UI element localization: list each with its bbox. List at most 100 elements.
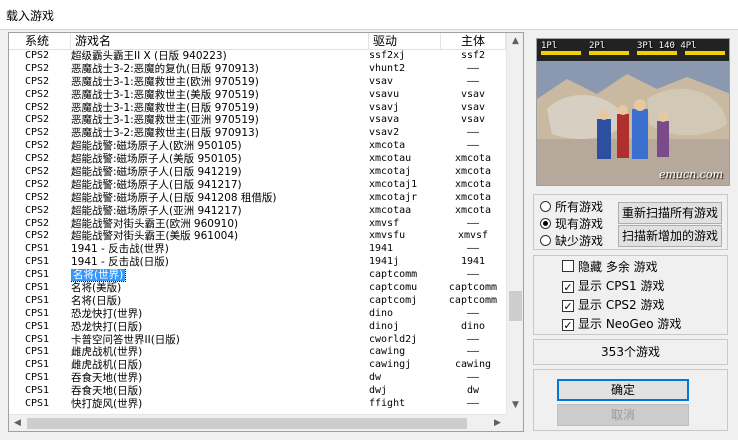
cell-parent: —— <box>466 243 480 255</box>
cell-system: CPS2 <box>25 153 50 165</box>
table-row[interactable]: CPS2 超能战警:磁场原子人(日版 941217) xmcotaj1 xmcota <box>9 179 506 192</box>
show-cps2-checkbox[interactable]: ✓ 显示 CPS2 游戏 <box>562 296 665 314</box>
table-row[interactable]: CPS2 超能战警:磁场原子人(美版 950105) xmcotau xmcota <box>9 153 506 166</box>
cell-driver: vhunt2 <box>369 62 406 74</box>
cell-driver: xmcotaj1 <box>369 178 418 190</box>
vertical-scrollbar[interactable]: ▲ ▼ <box>506 33 523 414</box>
cell-driver: xmcotaj <box>369 166 412 178</box>
cell-parent: —— <box>466 140 480 152</box>
ok-button[interactable]: 确定 <box>557 379 689 401</box>
cell-game-name: 恶魔战士3-2:恶魔的复仇(日版 970913) <box>71 62 259 75</box>
cell-driver: captcomm <box>369 269 418 281</box>
radio-indicator <box>540 201 551 212</box>
cell-game-name: 超能战警对街头霸王(欧洲 960910) <box>71 217 239 230</box>
table-row[interactable]: CPS2 恶魔战士3-2:恶魔的复仇(日版 970913) vhunt2 —— <box>9 63 506 76</box>
table-row[interactable]: CPS1 吞食天地(世界) dw —— <box>9 372 506 385</box>
cell-game-name: 恶魔战士3-1:恶魔救世主(日版 970519) <box>71 101 259 114</box>
title-bar: 载入游戏 <box>0 0 738 30</box>
cell-driver: vsavj <box>369 101 400 113</box>
table-row[interactable]: CPS1 名将(美版) captcomu captcomm <box>9 282 506 295</box>
table-row[interactable]: CPS2 恶魔战士3-1:恶魔救世主(美版 970519) vsavu vsav <box>9 89 506 102</box>
cell-game-name: 超能战警:磁场原子人(美版 950105) <box>71 153 242 166</box>
table-row[interactable]: CPS1 1941 - 反击战(世界) 1941 —— <box>9 243 506 256</box>
table-row[interactable]: CPS1 名将(日版) captcomj captcomm <box>9 295 506 308</box>
show-cps1-checkbox[interactable]: ✓ 显示 CPS1 游戏 <box>562 277 665 295</box>
checkmark-icon: ✓ <box>562 319 574 332</box>
table-row[interactable]: CPS2 超能战警:磁场原子人(日版 941219) xmcotaj xmcota <box>9 166 506 179</box>
cell-system: CPS2 <box>25 178 50 190</box>
hud-player3-4: 3Pl 140 4Pl <box>637 41 697 51</box>
table-row[interactable]: CPS1 快打旋风(世界) ffight —— <box>9 398 506 411</box>
cell-driver: cawing <box>369 346 406 358</box>
cell-parent: vsav <box>460 101 486 113</box>
radio-missing-games[interactable]: 缺少游戏 <box>540 233 603 249</box>
column-header-name[interactable]: 游戏名 <box>71 33 369 50</box>
scroll-corner <box>506 414 523 431</box>
table-row[interactable]: CPS2 超能战警:磁场原子人(欧洲 950105) xmcota —— <box>9 140 506 153</box>
table-row[interactable]: CPS1 雌虎战机(日版) cawingj cawing <box>9 359 506 372</box>
cell-parent: 1941 <box>460 256 486 268</box>
table-row[interactable]: CPS2 超能战警:磁场原子人(日版 941208 租借版) xmcotajr xmc… <box>9 192 506 205</box>
table-row[interactable]: CPS1 1941 - 反击战(日版) 1941j 1941 <box>9 256 506 269</box>
cell-game-name: 恶魔战士3-1:恶魔救世主(亚洲 970519) <box>71 114 259 127</box>
scroll-down-arrow-icon[interactable]: ▼ <box>507 397 524 414</box>
horizontal-scroll-thumb[interactable] <box>27 418 467 429</box>
table-row[interactable]: CPS1 恐龙快打(世界) dino —— <box>9 308 506 321</box>
cell-game-name: 超能战警:磁场原子人(亚洲 941217) <box>71 204 242 217</box>
column-header-driver[interactable]: 驱动 <box>369 33 441 50</box>
cell-driver: 1941 <box>369 243 394 255</box>
cell-driver: xmcotaa <box>369 204 412 216</box>
cell-game-name: 恐龙快打(日版) <box>71 320 143 333</box>
cell-parent: —— <box>466 269 480 281</box>
table-row[interactable]: CPS1 雌虎战机(世界) cawing —— <box>9 346 506 359</box>
horizontal-scrollbar[interactable]: ◀ ▶ <box>9 414 506 431</box>
table-row[interactable]: CPS2 超能战警对街头霸王(美版 961004) xmvsfu xmvsf <box>9 230 506 243</box>
game-list[interactable]: 系统 游戏名 驱动 主体 CPS2 超级霸头霸王II X (日版 940223) s… <box>8 32 524 432</box>
vertical-scroll-thumb[interactable] <box>509 291 522 321</box>
cell-system: CPS1 <box>25 243 50 255</box>
cell-system: CPS2 <box>25 50 50 61</box>
column-header-system[interactable]: 系统 <box>9 33 71 50</box>
table-row[interactable]: CPS2 超能战警对街头霸王(欧洲 960910) xmvsf —— <box>9 218 506 231</box>
show-neogeo-checkbox[interactable]: ✓ 显示 NeoGeo 游戏 <box>562 315 681 333</box>
hud-player1: 1Pl <box>541 41 558 51</box>
scroll-up-arrow-icon[interactable]: ▲ <box>507 33 524 50</box>
cell-parent: vsav <box>460 88 486 100</box>
table-row[interactable]: CPS2 恶魔战士3-1:恶魔救世主(欧洲 970519) vsav —— <box>9 76 506 89</box>
table-row[interactable]: CPS1 卡普空问答世界II(日版) cworld2j —— <box>9 334 506 347</box>
radio-available-games[interactable]: 现有游戏 <box>540 216 603 232</box>
table-row[interactable]: CPS2 恶魔战士3-1:恶魔救世主(日版 970519) vsavj vsav <box>9 102 506 115</box>
cell-system: CPS2 <box>25 217 50 229</box>
radio-indicator <box>540 235 551 246</box>
radio-all-games[interactable]: 所有游戏 <box>540 199 603 215</box>
cell-driver: xmvsfu <box>369 230 406 242</box>
scan-new-button[interactable]: 扫描新增加的游戏 <box>618 225 722 247</box>
column-header-parent[interactable]: 主体 <box>441 33 506 50</box>
cell-game-name: 超能战警对街头霸王(美版 961004) <box>71 230 239 243</box>
cell-parent: dw <box>466 385 480 397</box>
cell-driver: xmcotajr <box>369 191 418 203</box>
cell-driver: vsav <box>369 75 394 87</box>
scroll-right-arrow-icon[interactable]: ▶ <box>489 415 506 432</box>
cell-driver: captcomu <box>369 282 418 294</box>
cell-game-name: 恐龙快打(世界) <box>71 307 143 320</box>
cell-driver: xmcotau <box>369 153 412 165</box>
cell-driver: dino <box>369 307 394 319</box>
table-row[interactable]: CPS2 恶魔战士3-2:恶魔救世主(日版 970913) vsav2 —— <box>9 127 506 140</box>
table-row[interactable]: CPS1 恐龙快打(日版) dinoj dino <box>9 321 506 334</box>
scroll-left-arrow-icon[interactable]: ◀ <box>9 415 26 432</box>
rescan-all-button[interactable]: 重新扫描所有游戏 <box>618 202 722 224</box>
cancel-button[interactable]: 取消 <box>557 404 689 426</box>
table-row[interactable]: CPS2 超级霸头霸王II X (日版 940223) ssf2xj ssf2 <box>9 50 506 63</box>
radio-missing-label: 缺少游戏 <box>555 234 604 248</box>
table-row[interactable]: CPS1 吞食天地(日版) dwj dw <box>9 385 506 398</box>
show-cps1-label: 显示 CPS1 游戏 <box>578 279 665 293</box>
radio-indicator-selected <box>540 218 551 229</box>
cell-driver: dinoj <box>369 320 400 332</box>
table-row[interactable]: CPS2 超能战警:磁场原子人(亚洲 941217) xmcotaa xmcota <box>9 205 506 218</box>
table-row[interactable]: CPS1 名将(世界) captcomm —— <box>9 269 506 283</box>
cell-parent: —— <box>466 75 480 87</box>
cell-game-name: 雌虎战机(日版) <box>71 359 143 372</box>
table-row[interactable]: CPS2 恶魔战士3-1:恶魔救世主(亚洲 970519) vsava vsav <box>9 114 506 127</box>
hide-extra-checkbox[interactable]: 隐藏 多余 游戏 <box>562 258 658 276</box>
